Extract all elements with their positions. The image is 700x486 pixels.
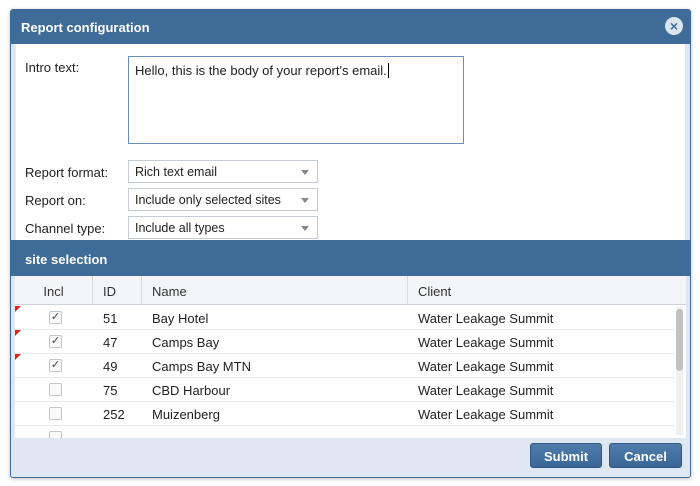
column-header-name[interactable]: Name <box>142 276 408 305</box>
channel-type-select[interactable]: Include all types <box>128 216 318 239</box>
intro-text-field[interactable]: Hello, this is the body of your report's… <box>128 56 464 144</box>
report-on-label: Report on: <box>25 193 86 208</box>
include-checkbox[interactable] <box>49 431 62 438</box>
dirty-marker-icon <box>15 306 21 312</box>
dialog-title: Report configuration <box>21 20 150 35</box>
site-grid: Incl ID Name Client ✓ 51 Bay Hotel Water… <box>15 276 686 438</box>
site-id: 51 <box>103 311 118 326</box>
report-configuration-dialog: Report configuration × Intro text: Hello… <box>10 9 691 478</box>
table-row[interactable]: ✓ 47 Camps Bay Water Leakage Summit <box>15 330 675 354</box>
form-area: Intro text: Hello, this is the body of y… <box>16 44 685 242</box>
scrollbar-thumb[interactable] <box>676 309 683 371</box>
report-on-value: Include only selected sites <box>135 193 281 207</box>
dirty-marker-icon <box>15 330 21 336</box>
site-client: Water Leakage Summit <box>418 407 554 422</box>
grid-header: Incl ID Name Client <box>15 276 686 305</box>
site-id: 49 <box>103 359 118 374</box>
include-checkbox[interactable] <box>49 383 62 396</box>
chevron-down-icon <box>301 226 309 231</box>
include-checkbox[interactable]: ✓ <box>49 311 62 324</box>
intro-text-label: Intro text: <box>25 60 80 75</box>
dirty-marker-icon <box>15 354 21 360</box>
table-row-partial[interactable] <box>15 426 675 438</box>
include-checkbox[interactable] <box>49 407 62 420</box>
section-title: site selection <box>25 252 108 267</box>
close-icon[interactable]: × <box>665 17 683 35</box>
text-cursor <box>387 63 389 78</box>
cancel-button[interactable]: Cancel <box>609 443 682 468</box>
site-name: Camps Bay <box>152 335 220 350</box>
table-row[interactable]: 252 Muizenberg Water Leakage Summit <box>15 402 675 426</box>
column-header-id[interactable]: ID <box>93 276 142 305</box>
intro-text-value: Hello, this is the body of your report's… <box>135 63 387 78</box>
site-id: 47 <box>103 335 118 350</box>
report-format-value: Rich text email <box>135 165 217 179</box>
site-name: Bay Hotel <box>152 311 209 326</box>
dialog-footer: Submit Cancel <box>11 438 690 477</box>
include-checkbox[interactable]: ✓ <box>49 335 62 348</box>
report-on-select[interactable]: Include only selected sites <box>128 188 318 211</box>
site-id: 75 <box>103 383 118 398</box>
site-name: Camps Bay MTN <box>152 359 251 374</box>
dialog-titlebar[interactable]: Report configuration × <box>11 10 690 44</box>
report-format-label: Report format: <box>25 165 109 180</box>
site-name: CBD Harbour <box>152 383 231 398</box>
submit-button[interactable]: Submit <box>530 443 602 468</box>
grid-scrollbar[interactable] <box>676 307 683 435</box>
site-selection-header: site selection <box>11 240 690 276</box>
table-row[interactable]: ✓ 51 Bay Hotel Water Leakage Summit <box>15 306 675 330</box>
include-checkbox[interactable]: ✓ <box>49 359 62 372</box>
column-header-incl[interactable]: Incl <box>15 276 93 305</box>
table-row[interactable]: ✓ 49 Camps Bay MTN Water Leakage Summit <box>15 354 675 378</box>
channel-type-value: Include all types <box>135 221 225 235</box>
site-name: Muizenberg <box>152 407 220 422</box>
chevron-down-icon <box>301 198 309 203</box>
site-client: Water Leakage Summit <box>418 311 554 326</box>
column-header-client[interactable]: Client <box>408 276 686 305</box>
site-client: Water Leakage Summit <box>418 359 554 374</box>
table-row[interactable]: 75 CBD Harbour Water Leakage Summit <box>15 378 675 402</box>
chevron-down-icon <box>301 170 309 175</box>
site-client: Water Leakage Summit <box>418 383 554 398</box>
site-client: Water Leakage Summit <box>418 335 554 350</box>
channel-type-label: Channel type: <box>25 221 106 236</box>
site-id: 252 <box>103 407 125 422</box>
report-format-select[interactable]: Rich text email <box>128 160 318 183</box>
